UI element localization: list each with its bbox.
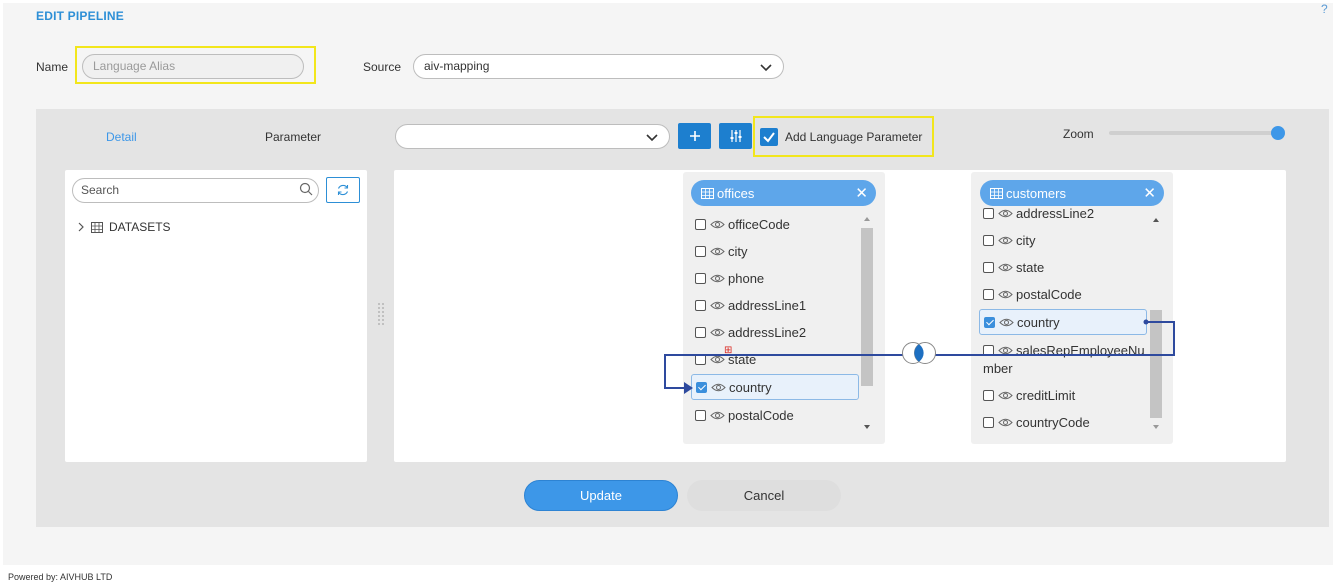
customers-field-row[interactable]: addressLine2	[979, 200, 1147, 226]
field-name: city	[1016, 232, 1036, 248]
field-checkbox[interactable]	[695, 409, 706, 421]
zoom-label: Zoom	[1063, 127, 1094, 141]
scroll-up-icon[interactable]	[863, 216, 871, 222]
field-checkbox[interactable]	[695, 218, 706, 230]
offices-field-row[interactable]: phone	[691, 265, 859, 291]
eye-icon[interactable]	[710, 219, 725, 230]
plus-icon	[689, 131, 700, 141]
dataset-sidebar	[65, 170, 367, 462]
offices-table-header[interactable]: offices ✕	[691, 180, 876, 206]
splitter-handle-icon[interactable]	[377, 302, 385, 328]
field-checkbox[interactable]	[983, 207, 994, 219]
field-name: state	[1016, 259, 1045, 275]
refresh-icon	[337, 184, 349, 196]
inner-join-icon[interactable]	[901, 341, 937, 365]
source-label: Source	[363, 60, 402, 74]
zoom-slider-handle[interactable]	[1271, 126, 1285, 140]
tab-detail[interactable]: Detail	[106, 130, 137, 144]
scroll-down-icon[interactable]	[863, 424, 871, 430]
source-select-value: aiv-mapping	[424, 59, 490, 73]
tab-parameter[interactable]: Parameter	[265, 130, 321, 144]
scroll-down-icon[interactable]	[1152, 424, 1160, 430]
field-name: phone	[728, 270, 765, 286]
eye-icon[interactable]	[710, 246, 725, 257]
chevron-right-icon[interactable]	[76, 221, 86, 233]
eye-icon[interactable]	[710, 300, 725, 311]
offices-table-title: offices	[717, 185, 755, 201]
offices-field-row[interactable]: officeCode	[691, 211, 859, 237]
zoom-slider-track[interactable]	[1109, 131, 1279, 135]
refresh-button[interactable]	[326, 177, 360, 203]
table-icon	[701, 187, 714, 199]
chevron-down-icon	[646, 134, 658, 142]
field-checkbox[interactable]	[695, 245, 706, 257]
settings-button[interactable]	[719, 123, 752, 149]
field-name: countryCode	[1016, 414, 1090, 430]
field-checkbox[interactable]	[983, 234, 994, 246]
sliders-icon	[730, 130, 741, 142]
eye-icon[interactable]	[998, 262, 1013, 273]
scroll-up-icon[interactable]	[1152, 217, 1160, 223]
search-icon	[299, 182, 313, 196]
cancel-button[interactable]: Cancel	[687, 480, 841, 511]
field-checkbox[interactable]	[695, 272, 706, 284]
table-icon	[990, 187, 1003, 199]
field-checkbox[interactable]	[695, 299, 706, 311]
table-icon	[91, 222, 103, 233]
eye-icon[interactable]	[998, 289, 1013, 300]
customers-field-row[interactable]: countryCode	[979, 409, 1147, 435]
check-icon	[763, 132, 775, 143]
name-label: Name	[36, 60, 69, 74]
add-language-param-checkbox[interactable]	[760, 128, 778, 146]
customers-field-row[interactable]: postalCode	[979, 281, 1147, 307]
page-title: EDIT PIPELINE	[36, 9, 124, 23]
eye-icon[interactable]	[998, 208, 1013, 219]
field-checkbox[interactable]	[983, 288, 994, 300]
eye-icon[interactable]	[998, 417, 1013, 428]
source-select[interactable]: aiv-mapping	[413, 54, 784, 79]
field-name: city	[728, 243, 748, 259]
field-name: postalCode	[1016, 286, 1082, 302]
add-language-param-label: Add Language Parameter	[785, 130, 923, 144]
field-name: officeCode	[728, 216, 790, 232]
eye-icon[interactable]	[710, 273, 725, 284]
offices-field-row[interactable]: postalCode	[691, 402, 859, 428]
chevron-down-icon	[760, 64, 772, 72]
search-input[interactable]: Search	[72, 178, 319, 203]
footer-powered-by: Powered by: AIVHUB LTD	[8, 572, 113, 582]
field-name: postalCode	[728, 407, 794, 423]
name-input[interactable]: Language Alias	[82, 54, 304, 79]
offices-field-row[interactable]: city	[691, 238, 859, 264]
customers-field-row[interactable]: state	[979, 254, 1147, 280]
field-checkbox[interactable]	[983, 261, 994, 273]
tree-root-datasets[interactable]: DATASETS	[109, 220, 171, 234]
close-icon[interactable]: ✕	[855, 184, 868, 202]
field-name: addressLine2	[1016, 205, 1095, 221]
help-icon[interactable]: ?	[1321, 2, 1328, 16]
customers-field-row[interactable]: city	[979, 227, 1147, 253]
field-name: addressLine1	[728, 297, 807, 313]
add-button[interactable]	[678, 123, 711, 149]
field-checkbox[interactable]	[983, 416, 994, 428]
customers-table-title: customers	[1006, 185, 1066, 201]
parameter-select[interactable]	[395, 124, 670, 149]
update-button[interactable]: Update	[524, 480, 678, 511]
eye-icon[interactable]	[710, 410, 725, 421]
eye-icon[interactable]	[998, 235, 1013, 246]
